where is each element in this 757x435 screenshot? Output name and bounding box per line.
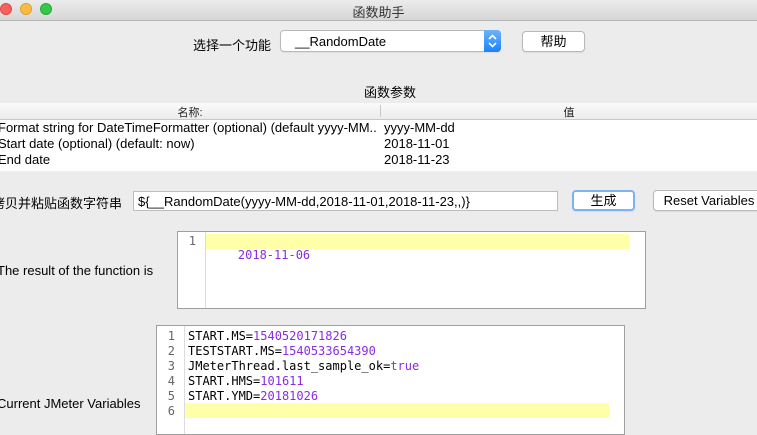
column-header-name[interactable]: 名称: xyxy=(0,104,380,120)
variable-value: 20181026 xyxy=(260,389,319,403)
result-label: The result of the function is xyxy=(0,263,154,278)
param-value[interactable]: 2018-11-01 xyxy=(384,136,450,151)
variable-line: START.YMD=20181026 xyxy=(188,389,319,403)
line-number: 1 xyxy=(188,234,196,248)
variable-key: START.MS xyxy=(188,329,246,343)
variable-line: JMeterThread.last_sample_ok=true xyxy=(188,359,420,373)
param-name: Start date (optional) (default: now) xyxy=(0,136,195,151)
variable-value: 1540520171826 xyxy=(253,329,347,343)
variable-value: 101611 xyxy=(260,374,304,388)
column-header-value[interactable]: 值 xyxy=(381,104,757,120)
variable-key: TESTSTART.MS xyxy=(188,344,275,358)
line-number: 2 xyxy=(167,344,175,358)
params-table: 名称: 值 Format string for DateTimeFormatte… xyxy=(0,103,757,171)
table-row[interactable]: End date 2018-11-23 xyxy=(0,152,757,168)
variable-key: JMeterThread.last_sample_ok xyxy=(188,359,384,373)
variables-label: Current JMeter Variables xyxy=(0,396,141,411)
line-number: 1 xyxy=(167,329,175,343)
variable-value: true xyxy=(390,359,420,373)
function-select[interactable]: __RandomDate xyxy=(280,30,501,52)
reset-variables-button[interactable]: Reset Variables xyxy=(653,190,757,211)
variable-line: START.HMS=101611 xyxy=(188,374,304,388)
result-line: 2018-11-06 xyxy=(206,234,630,262)
function-string-input[interactable]: ${__RandomDate(yyyy-MM-dd,2018-11-01,201… xyxy=(133,191,558,211)
line-number: 5 xyxy=(167,389,175,403)
params-section-title: 函数参数 xyxy=(364,85,417,100)
variable-line: START.MS=1540520171826 xyxy=(188,329,347,343)
variable-line: TESTSTART.MS=1540533654390 xyxy=(188,344,376,358)
current-line-highlight xyxy=(185,403,609,418)
line-number: 6 xyxy=(167,404,175,418)
param-value[interactable]: 2018-11-23 xyxy=(384,152,450,167)
window-title: 函数助手 xyxy=(352,5,405,20)
window-titlebar: 函数助手 xyxy=(0,0,757,21)
result-value: 2018-11-06 xyxy=(237,248,311,262)
generate-button[interactable]: 生成 xyxy=(572,190,635,211)
function-select-value: __RandomDate xyxy=(295,34,387,49)
param-value[interactable]: yyyy-MM-dd xyxy=(384,120,455,135)
help-button[interactable]: 帮助 xyxy=(522,31,585,52)
copy-paste-label: 拷贝并粘贴函数字符串 xyxy=(0,196,123,211)
line-number: 3 xyxy=(167,359,175,373)
variable-value: 1540533654390 xyxy=(281,344,376,358)
variables-text-area[interactable]: 1 2 3 4 5 6 START.MS=1540520171826 TESTS… xyxy=(156,325,625,435)
function-select-label: 选择一个功能 xyxy=(193,38,272,53)
variable-key: START.HMS xyxy=(188,374,254,388)
result-text-area[interactable]: 1 2018-11-06 xyxy=(177,231,646,309)
variable-key: START.YMD xyxy=(188,389,254,403)
param-name: End date xyxy=(0,152,51,167)
table-row[interactable]: Start date (optional) (default: now) 201… xyxy=(0,136,757,152)
line-number: 4 xyxy=(167,374,175,388)
table-row[interactable]: Format string for DateTimeFormatter (opt… xyxy=(0,120,757,136)
param-name: Format string for DateTimeFormatter (opt… xyxy=(0,120,378,135)
select-updown-arrows-icon xyxy=(484,30,501,52)
params-table-header: 名称: 值 xyxy=(0,103,757,120)
